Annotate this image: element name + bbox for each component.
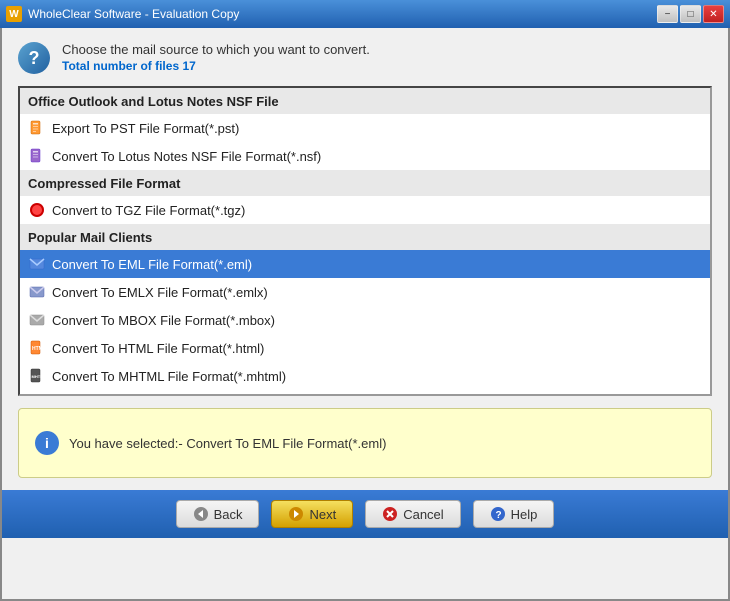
- category-compressed-label: Compressed File Format: [28, 176, 180, 191]
- format-list[interactable]: Office Outlook and Lotus Notes NSF File …: [18, 86, 712, 396]
- eml-icon: [28, 255, 46, 273]
- header-area: ? Choose the mail source to which you wa…: [2, 28, 728, 86]
- cancel-icon: [382, 506, 398, 522]
- maximize-button[interactable]: □: [680, 5, 701, 23]
- title-bar: W WholeClear Software - Evaluation Copy …: [0, 0, 730, 28]
- category-office: Office Outlook and Lotus Notes NSF File: [20, 88, 710, 114]
- pst-label: Export To PST File Format(*.pst): [52, 121, 239, 136]
- minimize-button[interactable]: −: [657, 5, 678, 23]
- list-item-emlx[interactable]: Convert To EMLX File Format(*.emlx): [20, 278, 710, 306]
- list-item-pst[interactable]: Export To PST File Format(*.pst): [20, 114, 710, 142]
- mbox-icon: [28, 311, 46, 329]
- svg-text:MHTM: MHTM: [32, 374, 45, 379]
- category-compressed: Compressed File Format: [20, 170, 710, 196]
- close-button[interactable]: ✕: [703, 5, 724, 23]
- list-item-pdf[interactable]: PDF Convert To PDF File Format(*.pdf): [20, 390, 710, 396]
- list-item-nsf[interactable]: Convert To Lotus Notes NSF File Format(*…: [20, 142, 710, 170]
- mhtml-icon: MHTM: [28, 367, 46, 385]
- list-item-html[interactable]: HTML Convert To HTML File Format(*.html): [20, 334, 710, 362]
- back-button[interactable]: Back: [176, 500, 260, 528]
- info-icon: i: [35, 431, 59, 455]
- nsf-icon: [28, 147, 46, 165]
- header-icon: ?: [18, 42, 50, 74]
- pdf-icon: PDF: [28, 395, 46, 396]
- list-item-eml[interactable]: Convert To EML File Format(*.eml): [20, 250, 710, 278]
- eml-label: Convert To EML File Format(*.eml): [52, 257, 252, 272]
- window-controls: − □ ✕: [657, 5, 724, 23]
- pst-icon: [28, 119, 46, 137]
- header-main-text: Choose the mail source to which you want…: [62, 42, 370, 57]
- help-label: Help: [511, 507, 538, 522]
- back-label: Back: [214, 507, 243, 522]
- help-icon: ?: [490, 506, 506, 522]
- window-title: WholeClear Software - Evaluation Copy: [28, 7, 239, 21]
- info-box: i You have selected:- Convert To EML Fil…: [18, 408, 712, 478]
- next-icon: [288, 506, 304, 522]
- svg-text:HTML: HTML: [32, 346, 45, 352]
- list-item-tgz[interactable]: Convert to TGZ File Format(*.tgz): [20, 196, 710, 224]
- next-label: Next: [309, 507, 336, 522]
- mbox-label: Convert To MBOX File Format(*.mbox): [52, 313, 275, 328]
- tgz-icon: [28, 201, 46, 219]
- main-window: ? Choose the mail source to which you wa…: [0, 28, 730, 601]
- html-label: Convert To HTML File Format(*.html): [52, 341, 264, 356]
- tgz-label: Convert to TGZ File Format(*.tgz): [52, 203, 245, 218]
- nsf-label: Convert To Lotus Notes NSF File Format(*…: [52, 149, 321, 164]
- cancel-button[interactable]: Cancel: [365, 500, 460, 528]
- category-popular-label: Popular Mail Clients: [28, 230, 152, 245]
- category-popular: Popular Mail Clients: [20, 224, 710, 250]
- header-sub-text: Total number of files 17: [62, 59, 370, 73]
- title-bar-left: W WholeClear Software - Evaluation Copy: [6, 6, 239, 22]
- next-button[interactable]: Next: [271, 500, 353, 528]
- svg-text:?: ?: [495, 510, 501, 521]
- info-text: You have selected:- Convert To EML File …: [69, 436, 386, 451]
- cancel-label: Cancel: [403, 507, 443, 522]
- emlx-icon: [28, 283, 46, 301]
- html-icon: HTML: [28, 339, 46, 357]
- emlx-label: Convert To EMLX File Format(*.emlx): [52, 285, 268, 300]
- header-text: Choose the mail source to which you want…: [62, 42, 370, 73]
- back-icon: [193, 506, 209, 522]
- list-item-mhtml[interactable]: MHTM Convert To MHTML File Format(*.mhtm…: [20, 362, 710, 390]
- mhtml-label: Convert To MHTML File Format(*.mhtml): [52, 369, 286, 384]
- button-bar: Back Next Cancel ? Help: [2, 490, 728, 538]
- category-office-label: Office Outlook and Lotus Notes NSF File: [28, 94, 279, 109]
- help-button[interactable]: ? Help: [473, 500, 555, 528]
- app-icon: W: [6, 6, 22, 22]
- list-item-mbox[interactable]: Convert To MBOX File Format(*.mbox): [20, 306, 710, 334]
